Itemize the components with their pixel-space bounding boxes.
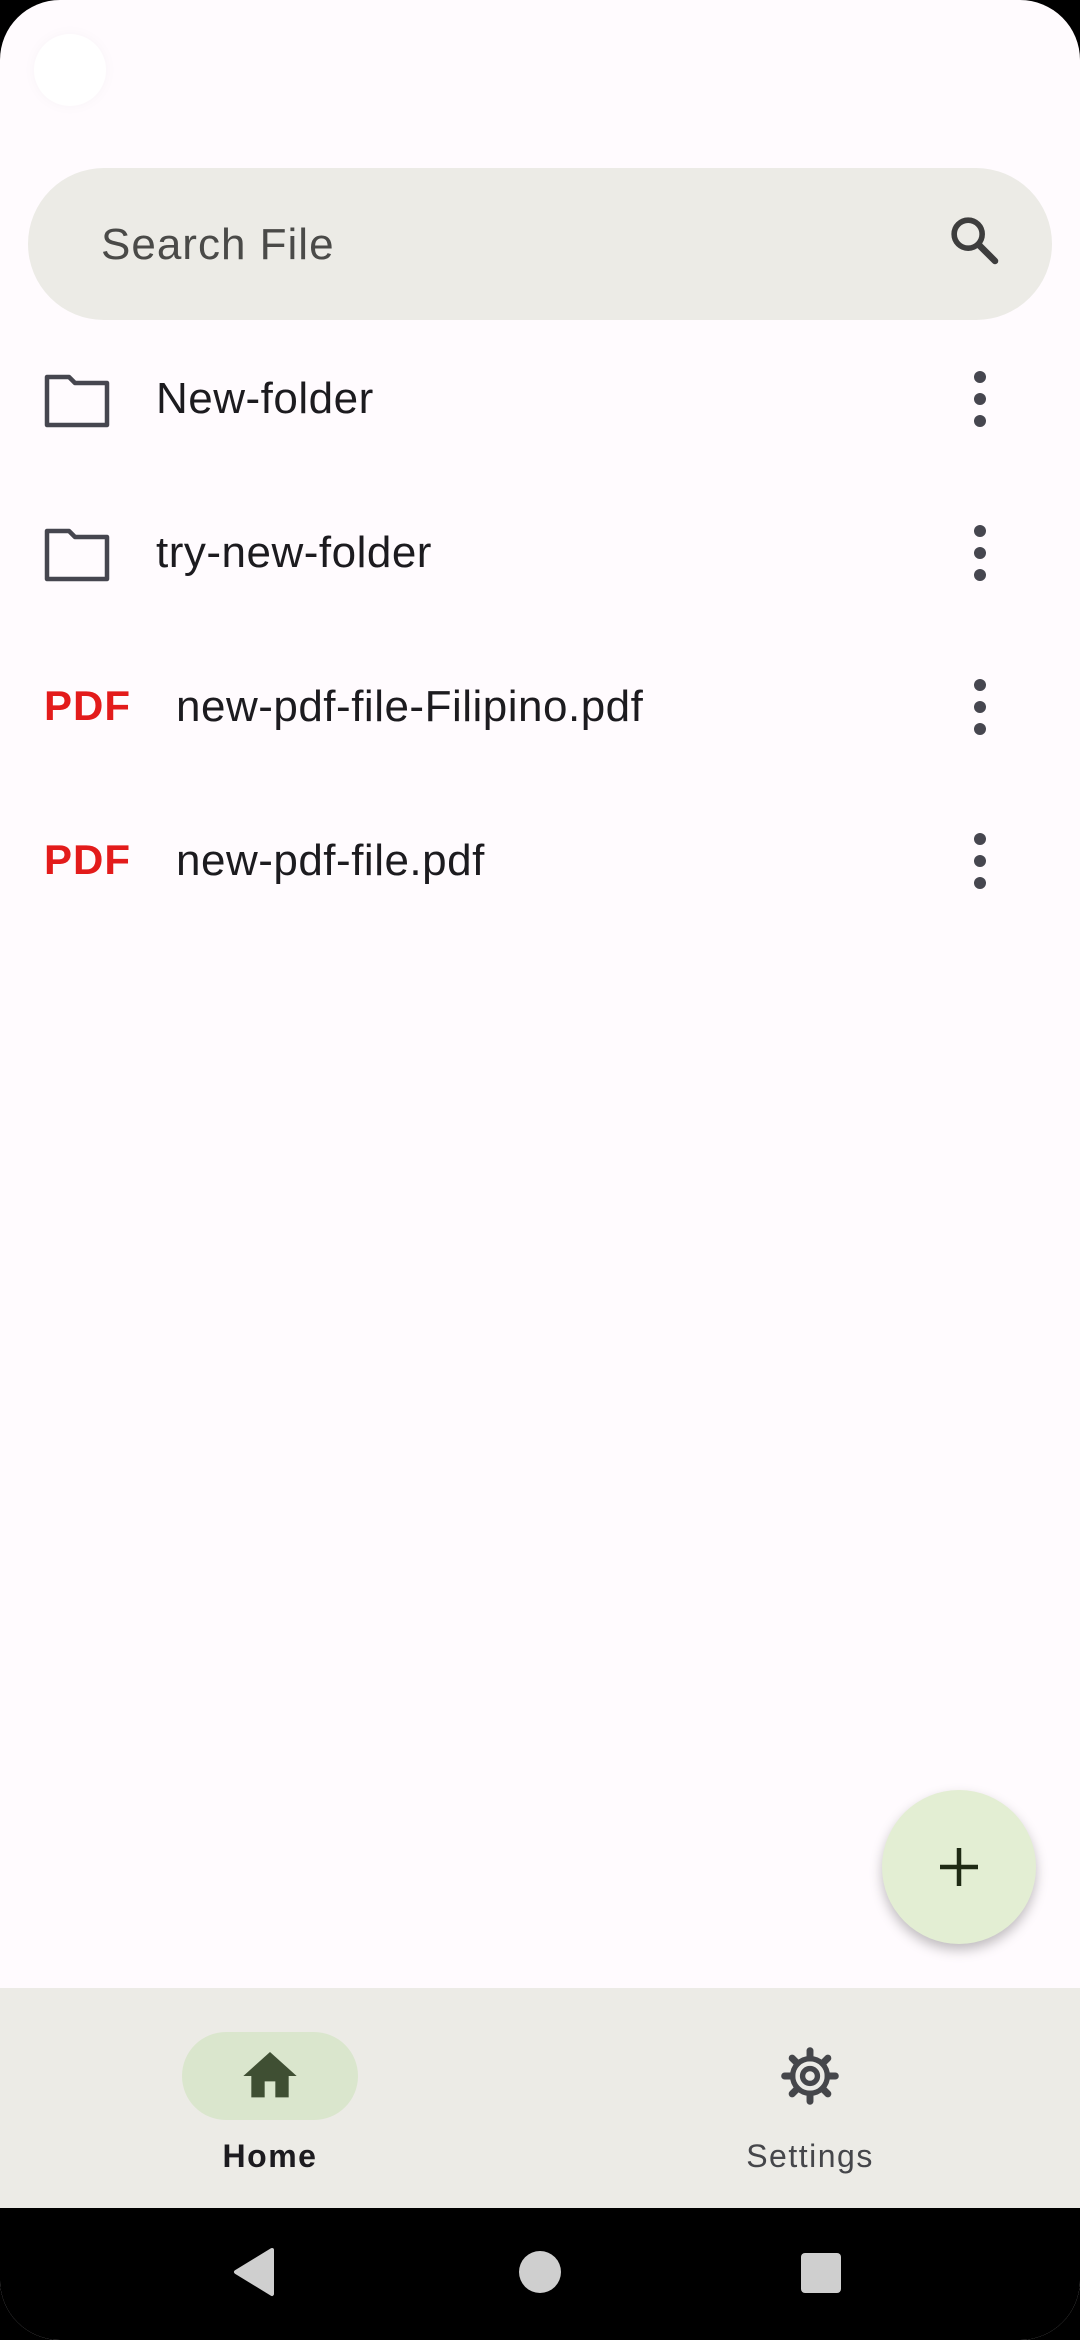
bottom-navigation: Home Settings [0, 1988, 1080, 2208]
folder-icon [44, 528, 110, 582]
nav-item-home[interactable]: Home [0, 1988, 540, 2208]
more-options-icon[interactable] [968, 678, 992, 736]
folder-icon [44, 374, 110, 428]
status-bar [0, 0, 1080, 140]
list-item-folder[interactable]: try-new-folder [0, 476, 1080, 630]
recents-icon[interactable] [800, 2252, 842, 2294]
nav-label-settings: Settings [746, 2138, 874, 2174]
file-name: new-pdf-file-Filipino.pdf [176, 682, 644, 731]
search-icon[interactable] [946, 212, 1002, 268]
more-options-icon[interactable] [968, 524, 992, 582]
pdf-icon: PDF [44, 682, 131, 729]
more-options-icon[interactable] [968, 832, 992, 890]
list-item-folder[interactable]: New-folder [0, 322, 1080, 476]
home-icon [243, 2052, 297, 2098]
nav-item-settings[interactable]: Settings [540, 1988, 1080, 2208]
file-name: try-new-folder [156, 528, 432, 577]
list-item-pdf[interactable]: PDF new-pdf-file-Filipino.pdf [0, 630, 1080, 784]
add-button[interactable] [882, 1790, 1036, 1944]
more-options-icon[interactable] [968, 370, 992, 428]
pdf-icon: PDF [44, 836, 131, 883]
system-navigation-bar [0, 2208, 1080, 2340]
list-item-pdf[interactable]: PDF new-pdf-file.pdf [0, 784, 1080, 938]
file-name: New-folder [156, 374, 374, 423]
app-screen: Search File New-folder try-new-folder PD… [0, 0, 1080, 2340]
camera-cutout [34, 34, 106, 106]
plus-icon [940, 1848, 978, 1886]
file-name: new-pdf-file.pdf [176, 836, 485, 885]
search-bar[interactable]: Search File [28, 168, 1052, 320]
home-circle-icon[interactable] [518, 2250, 562, 2294]
nav-label-home: Home [222, 2138, 318, 2174]
search-input[interactable]: Search File [101, 220, 335, 270]
gear-icon [781, 2047, 839, 2105]
back-icon[interactable] [230, 2246, 276, 2298]
